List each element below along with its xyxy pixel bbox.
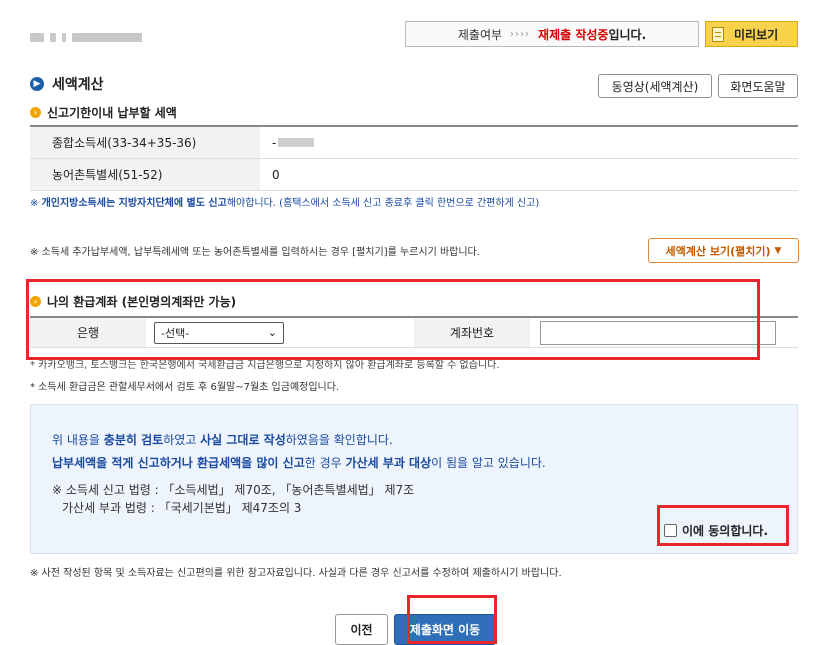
annotation-highlight-submit — [407, 595, 497, 644]
table-row: 농어촌특별세(51-52) 0 — [30, 159, 798, 191]
reference-data-notice: ※ 사전 작성된 항목 및 소득자료는 신고편의를 위한 참고자료입니다. 사실… — [30, 568, 562, 579]
screen-help-button[interactable]: 화면도움말 — [718, 74, 798, 98]
status-suffix: 입니다. — [608, 27, 647, 42]
agreement-line-1: 위 내용을 충분히 검토하였고 사실 그대로 작성하였음을 확인합니다. — [52, 433, 393, 447]
income-tax-law-reference: ※ 소득세 신고 법령 : 「소득세법」 제70조, 「농어촌특별세법」 제7조 — [52, 483, 415, 497]
penalty-law-reference: 가산세 부과 법령 : 「국세기본법」 제47조의 3 — [62, 501, 302, 515]
tax-due-subtitle-text: 신고기한이내 납부할 세액 — [47, 106, 177, 120]
status-value: 재제출 작성중 — [538, 27, 609, 42]
section-title: ▶ 세액계산 — [30, 74, 104, 94]
table-row: 종합소득세(33-34+35-36) - — [30, 127, 798, 159]
document-icon — [712, 26, 724, 42]
preview-label: 미리보기 — [734, 27, 779, 42]
chevron-right-bullet-icon: › — [30, 107, 41, 118]
tax-due-subtitle: › 신고기한이내 납부할 세액 — [30, 104, 177, 121]
income-tax-label: 종합소득세(33-34+35-36) — [30, 127, 260, 158]
expand-tax-calc-button[interactable]: 세액계산 보기(펼치기) ▼ — [648, 238, 799, 263]
triangle-down-icon: ▼ — [774, 245, 782, 256]
status-arrows: ›››› — [510, 28, 531, 40]
extra-payment-notice: ※ 소득세 추가납부세액, 납부특례세액 또는 농어촌특별세를 입력하시는 경우… — [30, 247, 480, 258]
local-tax-notice: ※ 개인지방소득세는 지방자치단체에 별도 신고해야합니다. (홈택스에서 소득… — [30, 198, 540, 209]
redacted-value — [278, 138, 315, 147]
previous-button[interactable]: 이전 — [335, 614, 388, 645]
preview-button[interactable]: 미리보기 — [705, 21, 798, 47]
status-label: 제출여부 — [457, 27, 503, 42]
user-info-redacted — [30, 30, 142, 44]
income-tax-value: - — [260, 127, 798, 158]
refund-date-notice: * 소득세 환급금은 관할세무서에서 검토 후 6월말~7월초 입금예정입니다. — [30, 382, 340, 393]
agreement-line-2: 납부세액을 적게 신고하거나 환급세액을 많이 신고한 경우 가산세 부과 대상… — [52, 456, 546, 470]
section-title-text: 세액계산 — [52, 77, 104, 93]
rural-tax-value: 0 — [272, 167, 280, 182]
rural-tax-label: 농어촌특별세(51-52) — [30, 159, 260, 190]
submission-status: 제출여부 ›››› 재제출 작성중입니다. — [405, 21, 699, 47]
video-tutorial-button[interactable]: 동영상(세액계산) — [598, 74, 712, 98]
annotation-highlight-refund — [26, 279, 760, 360]
arrow-right-circle-icon: ▶ — [30, 77, 44, 91]
tax-table: 종합소득세(33-34+35-36) - 농어촌특별세(51-52) 0 — [30, 125, 798, 191]
annotation-highlight-agree — [657, 505, 789, 546]
